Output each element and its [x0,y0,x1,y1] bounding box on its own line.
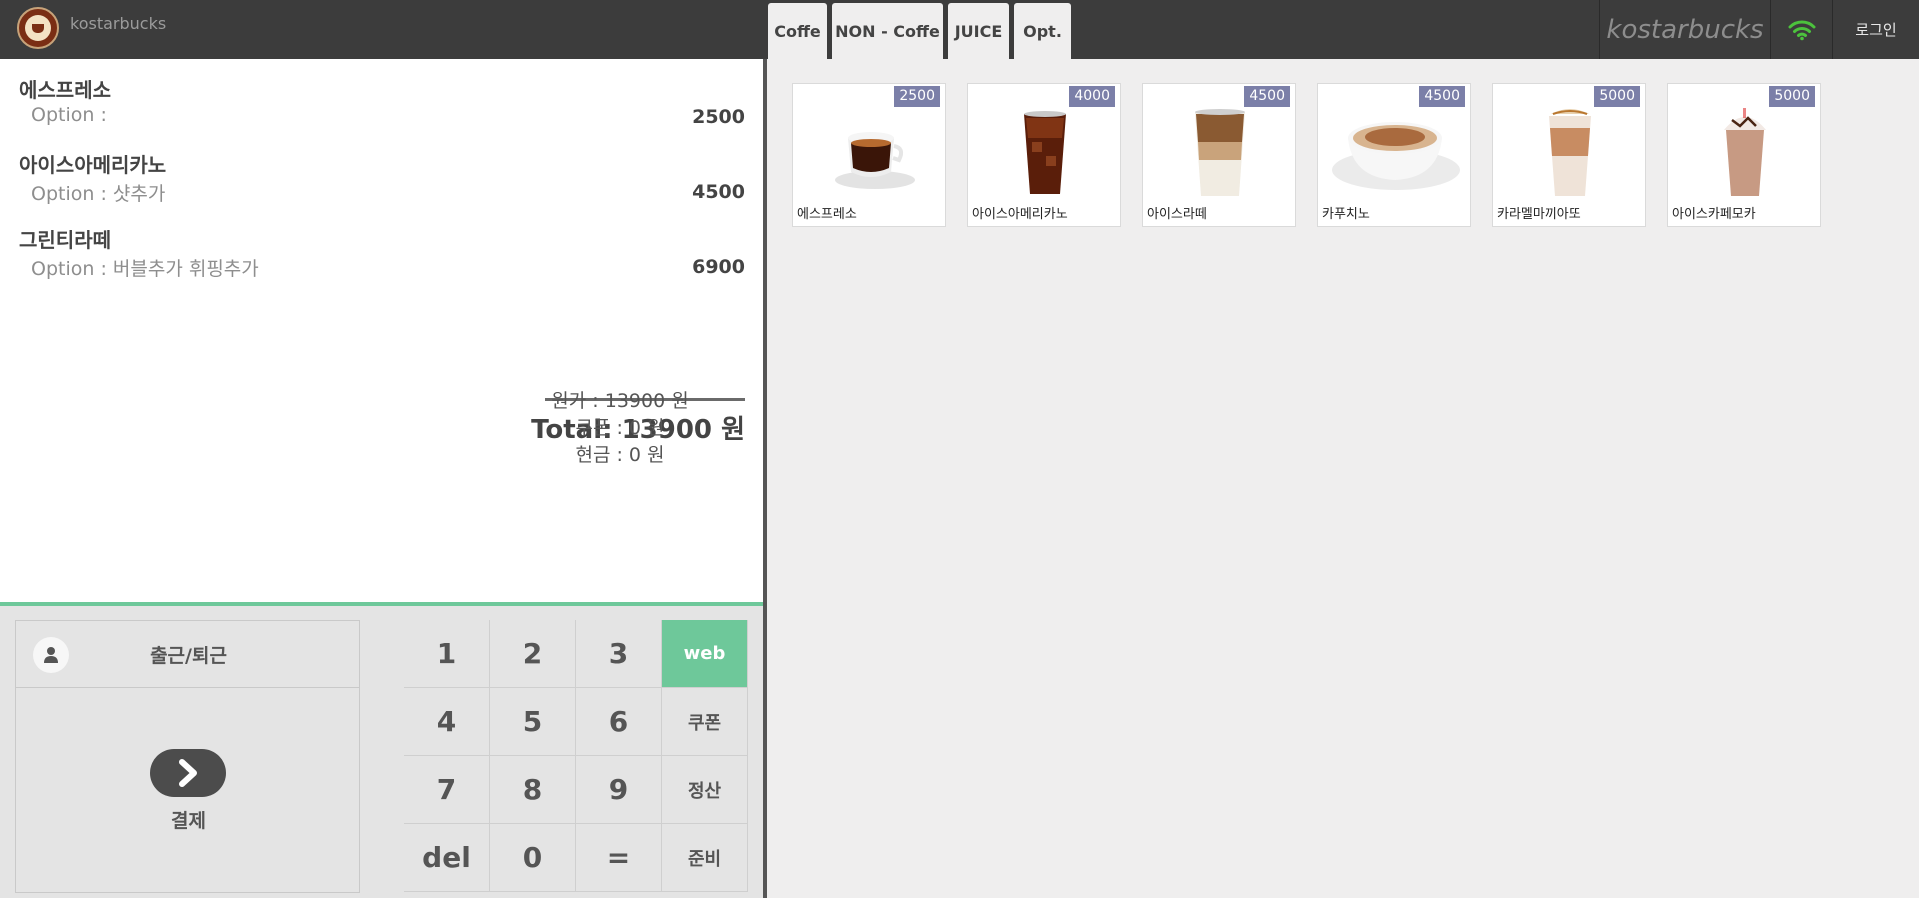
key-0[interactable]: 0 [490,824,576,892]
web-button[interactable]: web [662,620,748,688]
control-panel: 출근/퇴근 결제 1 2 3 web 4 5 6 쿠폰 7 8 9 정산 del… [0,602,763,898]
menu-item-iced-latte[interactable]: 4500 아이스라떼 [1142,83,1296,227]
tab-non-coffe[interactable]: NON - Coffe [832,3,943,59]
key-9[interactable]: 9 [576,756,662,824]
cappuccino-image [1332,122,1460,190]
pay-button[interactable]: 결제 [15,687,360,893]
cash-amount: 현금 : 0 원 [575,444,665,466]
order-item-option: Option : [31,104,107,126]
menu-item-caramel-macchiato[interactable]: 5000 카라멜마끼아또 [1492,83,1646,227]
menu-item-iced-cafe-mocha[interactable]: 5000 아이스카페모카 [1667,83,1821,227]
price-badge: 4500 [1419,86,1465,107]
order-item-name: 에스프레소 [19,78,111,102]
iced-americano-image [1024,111,1066,194]
order-item-price: 2500 [692,106,745,128]
order-panel: 에스프레소 Option : 2500 아이스아메리카노 Option : 샷추… [0,59,763,602]
order-item-name: 그린티라떼 [19,228,111,252]
menu-item-name: 아이스카페모카 [1672,207,1756,222]
ready-button[interactable]: 준비 [662,824,748,892]
pay-label: 결제 [171,810,206,832]
equals-button[interactable]: = [576,824,662,892]
espresso-image [835,132,915,189]
menu-item-name: 아이스라떼 [1147,207,1207,222]
caramel-macchiato-image [1549,109,1591,196]
order-item[interactable]: 에스프레소 Option : 2500 [19,74,745,134]
clock-in-out-button[interactable]: 출근/퇴근 [15,620,360,688]
iced-cafe-mocha-image [1724,108,1766,196]
tab-juice[interactable]: JUICE [948,3,1009,59]
order-item-option: Option : 버블추가 휘핑추가 [31,258,259,280]
tab-opt[interactable]: Opt. [1014,3,1071,59]
brand-title: kostarbucks [1599,0,1770,59]
price-badge: 2500 [894,86,940,107]
logo-icon [17,7,59,49]
key-1[interactable]: 1 [404,620,490,688]
order-item-option: Option : 샷추가 [31,183,166,205]
category-tabs: Coffe NON - Coffe JUICE Opt. [768,3,1071,59]
coupon-amount: 쿠폰 : 0 원 [575,417,665,439]
key-3[interactable]: 3 [576,620,662,688]
price-badge: 4500 [1244,86,1290,107]
menu-item-name: 아이스아메리카노 [972,207,1068,222]
panel-divider [763,59,767,898]
iced-latte-image [1195,109,1245,196]
login-button[interactable]: 로그인 [1832,0,1919,59]
key-7[interactable]: 7 [404,756,490,824]
key-4[interactable]: 4 [404,688,490,756]
menu-grid: 2500 에스프레소 4000 아이스아메리카노 4500 아이스라떼 4500… [792,83,1821,227]
menu-item-name: 에스프레소 [797,207,857,222]
key-5[interactable]: 5 [490,688,576,756]
menu-item-iced-americano[interactable]: 4000 아이스아메리카노 [967,83,1121,227]
order-item-name: 아이스아메리카노 [19,153,167,177]
chevron-right-icon [150,749,226,797]
brand-small: kostarbucks [70,14,167,33]
key-8[interactable]: 8 [490,756,576,824]
tab-coffe[interactable]: Coffe [768,3,827,59]
wifi-icon [1770,0,1832,59]
top-right-area: kostarbucks 로그인 [1599,0,1919,59]
menu-item-espresso[interactable]: 2500 에스프레소 [792,83,946,227]
coupon-button[interactable]: 쿠폰 [662,688,748,756]
key-2[interactable]: 2 [490,620,576,688]
original-price: 원가 : 13900 원 [551,390,689,412]
keypad: 1 2 3 web 4 5 6 쿠폰 7 8 9 정산 del 0 = 준비 [404,620,749,892]
order-item[interactable]: 그린티라떼 Option : 버블추가 휘핑추가 6900 [19,224,745,284]
price-badge: 5000 [1769,86,1815,107]
key-6[interactable]: 6 [576,688,662,756]
price-badge: 5000 [1594,86,1640,107]
delete-button[interactable]: del [404,824,490,892]
price-badge: 4000 [1069,86,1115,107]
order-item-price: 6900 [692,256,745,278]
settle-button[interactable]: 정산 [662,756,748,824]
menu-item-name: 카푸치노 [1322,207,1370,222]
menu-item-cappuccino[interactable]: 4500 카푸치노 [1317,83,1471,227]
top-bar: kostarbucks Coffe NON - Coffe JUICE Opt.… [0,0,1919,59]
order-item[interactable]: 아이스아메리카노 Option : 샷추가 4500 [19,149,745,209]
order-item-price: 4500 [692,181,745,203]
menu-item-name: 카라멜마끼아또 [1497,207,1581,222]
user-icon [33,637,69,673]
